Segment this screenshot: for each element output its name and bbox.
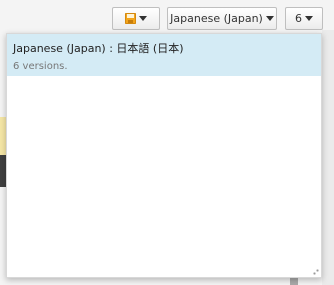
language-option-title: Japanese (Japan) : 日本語 (日本)	[13, 42, 184, 55]
chevron-down-icon	[139, 16, 147, 21]
version-dropdown-button[interactable]: 6	[285, 7, 323, 30]
version-label: 6	[295, 12, 302, 25]
save-icon	[125, 13, 136, 24]
language-option-version-count: 6 versions.	[13, 61, 68, 72]
resize-grip-icon[interactable]	[313, 269, 319, 275]
language-option-japanese[interactable]: Japanese (Japan) : 日本語 (日本) 6 versions.	[7, 34, 321, 76]
chevron-down-icon	[265, 16, 274, 21]
language-dropdown-button[interactable]: Japanese (Japan)	[167, 7, 277, 30]
language-label: Japanese (Japan)	[170, 12, 263, 25]
background-right-area	[322, 30, 334, 285]
language-dropdown-panel: Japanese (Japan) : 日本語 (日本) 6 versions.	[6, 33, 322, 278]
save-menu-button[interactable]	[112, 7, 160, 30]
chevron-down-icon	[305, 16, 313, 21]
